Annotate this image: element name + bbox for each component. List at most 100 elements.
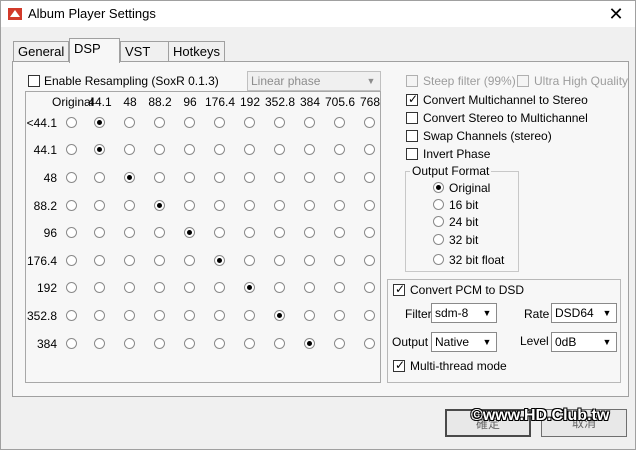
sample-rate-radio[interactable] [244,338,255,349]
sample-rate-radio[interactable] [94,117,105,128]
sample-rate-radio[interactable] [274,282,285,293]
sample-rate-radio[interactable] [244,310,255,321]
sample-rate-radio[interactable] [124,227,135,238]
output-format-radio[interactable] [433,234,444,245]
sample-rate-radio[interactable] [214,172,225,183]
output-format-radio[interactable] [433,182,444,193]
sample-rate-radio[interactable] [274,172,285,183]
sample-rate-radio[interactable] [244,172,255,183]
sample-rate-radio[interactable] [124,117,135,128]
dsd-output-select[interactable]: Native ▼ [431,332,497,352]
sample-rate-radio[interactable] [184,200,195,211]
sample-rate-radio[interactable] [66,200,77,211]
sample-rate-radio[interactable] [66,117,77,128]
sample-rate-radio[interactable] [274,227,285,238]
sample-rate-radio[interactable] [364,282,375,293]
sample-rate-radio[interactable] [304,310,315,321]
sample-rate-radio[interactable] [304,255,315,266]
sample-rate-radio[interactable] [364,310,375,321]
sample-rate-radio[interactable] [364,200,375,211]
output-format-radio[interactable] [433,216,444,227]
sample-rate-radio[interactable] [364,117,375,128]
output-format-radio[interactable] [433,199,444,210]
sample-rate-radio[interactable] [274,200,285,211]
sample-rate-radio[interactable] [184,144,195,155]
sample-rate-radio[interactable] [94,255,105,266]
sample-rate-radio[interactable] [334,310,345,321]
sample-rate-radio[interactable] [94,172,105,183]
convert-pcm-to-dsd-checkbox[interactable]: ✓ [393,282,405,296]
sample-rate-radio[interactable] [214,282,225,293]
sample-rate-radio[interactable] [66,172,77,183]
sample-rate-radio[interactable] [334,227,345,238]
enable-resampling-checkbox[interactable] [28,75,40,87]
sample-rate-radio[interactable] [304,227,315,238]
sample-rate-radio[interactable] [94,200,105,211]
sample-rate-radio[interactable] [124,144,135,155]
sample-rate-radio[interactable] [274,255,285,266]
sample-rate-radio[interactable] [154,310,165,321]
sample-rate-radio[interactable] [304,117,315,128]
sample-rate-radio[interactable] [244,255,255,266]
sample-rate-radio[interactable] [304,144,315,155]
sample-rate-radio[interactable] [124,338,135,349]
invert-phase-checkbox[interactable] [406,148,418,160]
sample-rate-radio[interactable] [154,117,165,128]
dsd-rate-select[interactable]: DSD64 ▼ [551,303,617,323]
sample-rate-radio[interactable] [274,144,285,155]
close-icon[interactable]: ✕ [605,3,627,25]
sample-rate-radio[interactable] [124,255,135,266]
sample-rate-radio[interactable] [244,117,255,128]
sample-rate-radio[interactable] [334,200,345,211]
sample-rate-radio[interactable] [244,282,255,293]
sample-rate-radio[interactable] [364,255,375,266]
sample-rate-radio[interactable] [334,338,345,349]
tab-general[interactable]: General [13,41,69,62]
sample-rate-radio[interactable] [154,282,165,293]
sample-rate-radio[interactable] [334,144,345,155]
sample-rate-radio[interactable] [184,338,195,349]
sample-rate-radio[interactable] [304,282,315,293]
multi-thread-checkbox[interactable]: ✓ [393,358,405,372]
sample-rate-radio[interactable] [66,144,77,155]
sample-rate-radio[interactable] [244,227,255,238]
sample-rate-radio[interactable] [364,172,375,183]
sample-rate-radio[interactable] [154,200,165,211]
sample-rate-radio[interactable] [184,117,195,128]
sample-rate-radio[interactable] [274,117,285,128]
sample-rate-radio[interactable] [184,282,195,293]
sample-rate-radio[interactable] [214,255,225,266]
sample-rate-radio[interactable] [124,310,135,321]
sample-rate-radio[interactable] [334,255,345,266]
sample-rate-radio[interactable] [154,227,165,238]
sample-rate-radio[interactable] [94,282,105,293]
sample-rate-radio[interactable] [154,172,165,183]
dsd-filter-select[interactable]: sdm-8 ▼ [431,303,497,323]
convert-stereo-to-multichannel-checkbox[interactable] [406,112,418,124]
phase-select[interactable]: Linear phase ▼ [247,71,381,91]
sample-rate-radio[interactable] [66,227,77,238]
sample-rate-radio[interactable] [364,227,375,238]
sample-rate-radio[interactable] [214,310,225,321]
sample-rate-radio[interactable] [184,227,195,238]
sample-rate-radio[interactable] [184,172,195,183]
sample-rate-radio[interactable] [364,338,375,349]
sample-rate-radio[interactable] [124,282,135,293]
steep-filter-checkbox[interactable] [406,75,418,87]
tab-hotkeys[interactable]: Hotkeys [168,41,225,62]
sample-rate-radio[interactable] [124,200,135,211]
sample-rate-radio[interactable] [304,200,315,211]
sample-rate-radio[interactable] [304,172,315,183]
ultra-high-quality-checkbox[interactable] [517,75,529,87]
convert-multichannel-to-stereo-checkbox[interactable]: ✓ [406,92,418,106]
sample-rate-radio[interactable] [66,255,77,266]
sample-rate-radio[interactable] [94,338,105,349]
sample-rate-radio[interactable] [154,144,165,155]
sample-rate-radio[interactable] [214,117,225,128]
tab-dsp[interactable]: DSP [69,38,120,63]
sample-rate-radio[interactable] [334,282,345,293]
sample-rate-radio[interactable] [274,310,285,321]
sample-rate-radio[interactable] [334,172,345,183]
sample-rate-radio[interactable] [244,200,255,211]
sample-rate-radio[interactable] [94,310,105,321]
